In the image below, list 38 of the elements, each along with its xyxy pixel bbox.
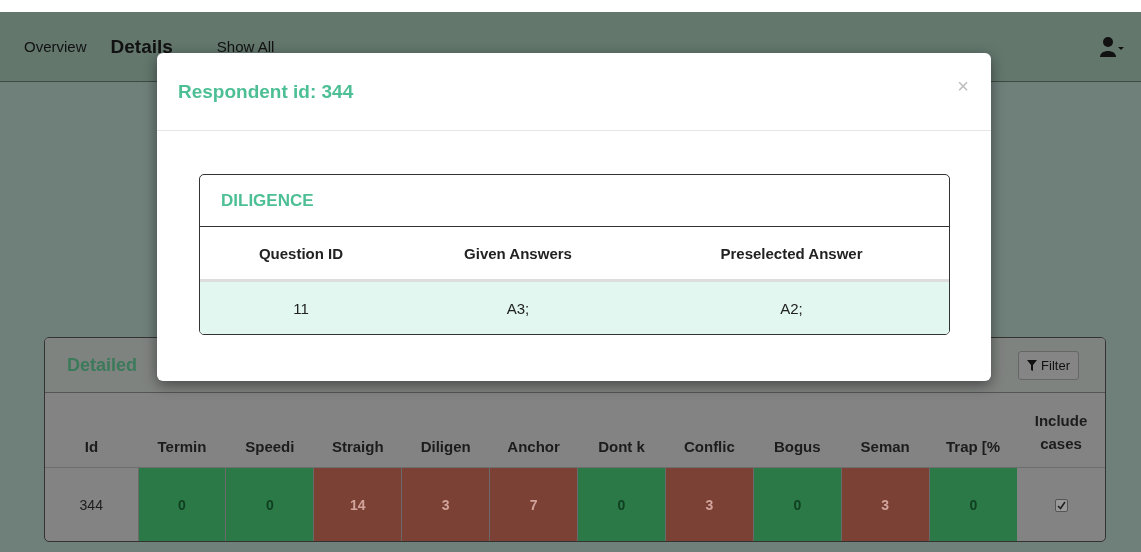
- score-cell: 3: [841, 467, 930, 541]
- nav-tab[interactable]: Details: [110, 35, 193, 58]
- score-cell: 0: [753, 467, 842, 541]
- column-header: Trap [%: [946, 438, 1001, 455]
- column-header: Anchor: [507, 438, 560, 455]
- score-cell: 0: [577, 467, 666, 541]
- section-title: DILIGENCE: [221, 190, 314, 211]
- panel-title: Detailed: [67, 354, 138, 376]
- column-header: Speedi: [245, 438, 295, 455]
- score-cell: 0: [929, 467, 1018, 541]
- nav-tab[interactable]: Show All: [216, 38, 295, 55]
- column-header: Id: [84, 438, 99, 455]
- column-header: Termin: [157, 438, 207, 455]
- column-header: Dont k: [598, 438, 645, 455]
- include-checkbox[interactable]: [1054, 499, 1068, 513]
- column-header: Seman: [860, 438, 910, 455]
- score-cell: 14: [313, 467, 402, 541]
- modal-title: Respondent id: 344: [178, 80, 354, 103]
- table-cell: 11: [293, 299, 309, 317]
- column-header: Conflic: [683, 438, 735, 455]
- score-cell: 0: [138, 467, 226, 541]
- column-header: Preselected Answer: [720, 244, 863, 262]
- column-header: Given Answers: [464, 244, 572, 262]
- column-header: Bogus: [773, 438, 821, 455]
- table-cell: A2;: [780, 299, 803, 317]
- filter-button[interactable]: Filter: [1018, 350, 1079, 380]
- score-cell: 3: [401, 467, 490, 541]
- score-cell: 3: [665, 467, 754, 541]
- score-cell: 7: [489, 467, 578, 541]
- column-header: Straigh: [331, 438, 384, 455]
- column-header: Question ID: [258, 244, 344, 262]
- nav-tab[interactable]: Overview: [24, 38, 107, 55]
- table-cell: A3;: [506, 299, 530, 317]
- funnel-icon: [1027, 359, 1038, 371]
- user-menu-icon[interactable]: [1099, 35, 1125, 58]
- score-cell: 0: [225, 467, 314, 541]
- column-header: Include cases: [1034, 412, 1088, 452]
- column-header: Diligen: [420, 438, 471, 455]
